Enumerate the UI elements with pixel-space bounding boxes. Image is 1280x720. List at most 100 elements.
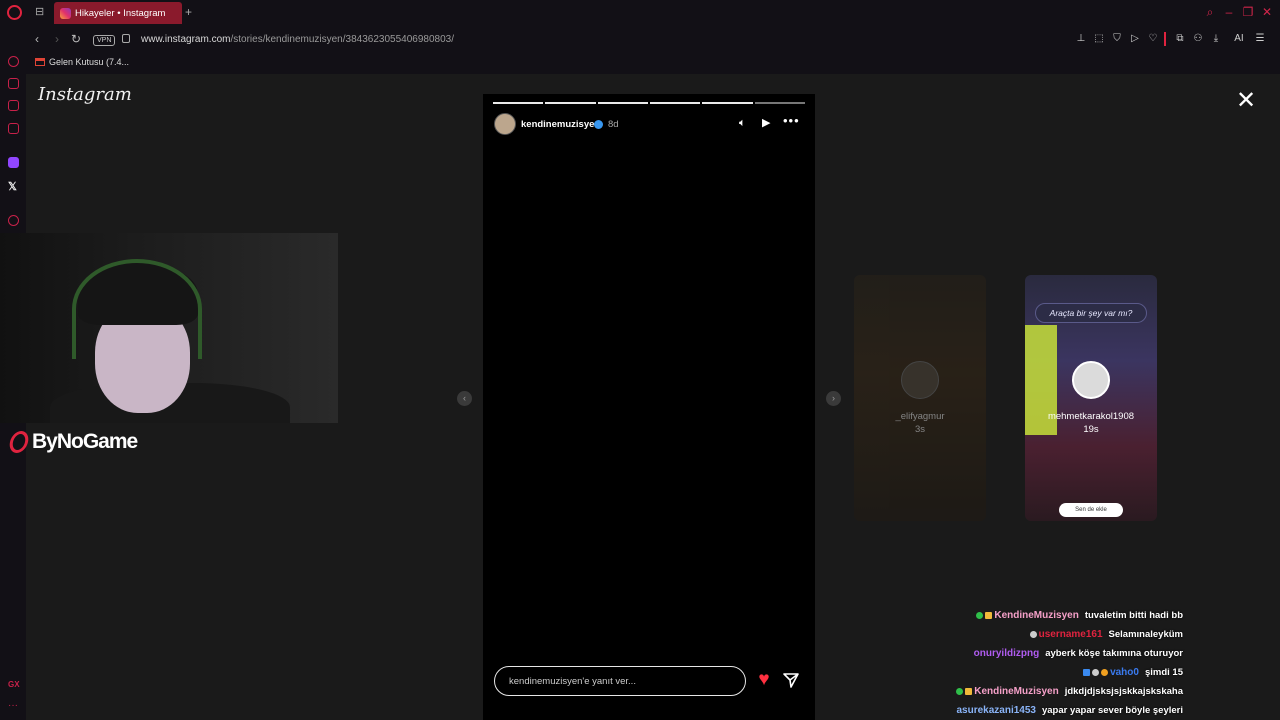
bookmark-gmail[interactable]: Gelen Kutusu (7.4... <box>49 57 129 67</box>
chat-text: şimdi 15 <box>1144 666 1183 678</box>
chat-message: vaho0 şimdi 15 <box>1083 665 1183 679</box>
like-heart-icon[interactable]: ♥ <box>754 670 774 690</box>
chat-badge-icon <box>976 611 984 619</box>
instagram-favicon-icon <box>60 7 71 19</box>
favorites-heart-icon[interactable]: ♡ <box>1147 33 1159 45</box>
verified-badge-icon <box>594 120 603 129</box>
gmail-icon <box>35 58 45 66</box>
progress-segment <box>702 102 753 104</box>
close-stories-button[interactable]: ✕ <box>1234 89 1258 114</box>
progress-segment <box>493 102 544 104</box>
story-card-username: _elifyagmur <box>895 411 945 422</box>
chat-badge-icon <box>985 611 993 619</box>
chat-text: Selamınaleyküm <box>1108 628 1183 640</box>
story-card-time: 3s <box>914 424 926 435</box>
chat-badge-icon <box>1101 668 1109 676</box>
volume-icon[interactable]: 🔈︎ <box>739 117 746 129</box>
story-avatar[interactable] <box>494 113 516 135</box>
webcam-overlay <box>0 233 338 423</box>
stream-chat: KendineMuzisyen tuvaletim bitti hadi bb … <box>880 606 1280 720</box>
history-icon[interactable] <box>8 56 19 67</box>
progress-segment <box>545 102 596 104</box>
url-field[interactable]: www.instagram.com/stories/kendinemuzisye… <box>141 34 454 45</box>
play-icon[interactable]: ▶ <box>762 117 770 129</box>
player-icon[interactable]: ▷ <box>1129 33 1141 45</box>
reload-icon[interactable]: ↻ <box>71 33 81 45</box>
mail-icon[interactable] <box>8 123 19 134</box>
send-icon[interactable] <box>781 670 801 690</box>
headset-icon <box>72 259 202 359</box>
download-icon[interactable]: ⤓ <box>1210 33 1222 45</box>
chat-username: vaho0 <box>1110 666 1139 678</box>
chat-message: asurekazani1453 yapar yapar sever böyle … <box>956 703 1183 717</box>
toolbar-divider <box>1164 32 1166 46</box>
shield-icon[interactable]: ⛉ <box>1111 33 1123 45</box>
lock-icon[interactable] <box>122 34 130 43</box>
chat-badge-icon <box>965 687 973 695</box>
more-options-icon[interactable]: ••• <box>783 114 800 127</box>
profile-icon[interactable]: ⚇ <box>1192 33 1204 45</box>
search-icon[interactable]: ⌕ <box>1203 5 1217 19</box>
chat-text: tuvaletim bitti hadi bb <box>1084 609 1183 621</box>
chat-text: ayberk köşe takımına oturuyor <box>1045 647 1183 659</box>
chat-username: username161 <box>1038 628 1103 640</box>
chat-badge-icon <box>1083 668 1091 676</box>
chat-badge-icon <box>956 687 964 695</box>
chat-text: jdkdjdjsksjsjskkajskskaha <box>1064 685 1183 697</box>
url-host: www.instagram.com <box>141 34 231 45</box>
maximize-icon[interactable]: ❐ <box>1241 5 1255 19</box>
snapshot-icon[interactable]: ⬚ <box>1093 33 1105 45</box>
extensions-icon[interactable]: ⧉ <box>1174 33 1186 45</box>
menu-icon[interactable]: ☰ <box>1254 33 1266 45</box>
story-username[interactable]: kendinemuzisyen <box>521 119 600 130</box>
story-player[interactable]: kendinemuzisyen 8d 🔈︎ ▶ ••• ♥ <box>483 94 815 720</box>
instagram-logo[interactable]: Instagram <box>38 84 132 105</box>
tab-bar: ⊟ Hikayeler • Instagram + ⌕ – ❐ ✕ <box>0 0 1280 26</box>
chat-message: onuryildizpng ayberk köşe takımına oturu… <box>974 646 1183 660</box>
chat-username: KendineMuzisyen <box>994 609 1079 621</box>
forward-icon[interactable]: › <box>55 33 59 45</box>
vpn-badge[interactable]: VPN <box>93 35 116 46</box>
story-card-username: mehmetkarakol1908 <box>1047 411 1135 422</box>
twitch-icon[interactable] <box>8 157 19 168</box>
gx-logo-icon[interactable]: GX <box>8 680 20 689</box>
progress-segment <box>597 102 648 104</box>
progress-segment <box>754 102 805 104</box>
ai-label: AI <box>1234 33 1244 44</box>
opera-logo-icon[interactable] <box>7 5 22 20</box>
aria-icon[interactable] <box>8 78 19 89</box>
more-options-icon[interactable]: ··· <box>8 700 18 711</box>
tab-switcher-icon[interactable]: ⊟ <box>35 6 47 18</box>
story-card-avatar <box>901 361 939 399</box>
chat-username: onuryildizpng <box>973 647 1040 659</box>
next-story-card[interactable]: Araçta bir şey var mı? mehmetkarakol1908… <box>1025 275 1157 521</box>
chat-message: username161 Selamınaleyküm <box>1029 627 1183 641</box>
progress-segment <box>649 102 701 104</box>
address-bar: ‹ › ↻ VPN www.instagram.com/stories/kend… <box>26 26 1280 52</box>
chat-badge-icon <box>1092 668 1100 676</box>
x-twitter-icon[interactable]: 𝕏 <box>8 180 17 193</box>
reply-input[interactable] <box>494 666 746 696</box>
next-story-card[interactable]: _elifyagmur 3s <box>854 275 986 521</box>
default-avatar-icon <box>1072 361 1110 399</box>
chat-username: KendineMuzisyen <box>974 685 1059 697</box>
url-path: /stories/kendinemuzisyen/384362305540698… <box>230 34 454 45</box>
previous-story-button[interactable]: ‹ <box>457 391 472 406</box>
chat-badge-icon <box>1029 630 1037 638</box>
chat-message: KendineMuzisyen jdkdjdjsksjsjskkajskskah… <box>956 684 1183 698</box>
tab-title: Hikayeler • Instagram <box>75 7 166 19</box>
ai-icon[interactable]: AI <box>1228 33 1250 45</box>
new-tab-plus-icon[interactable]: + <box>185 6 192 18</box>
next-story-button[interactable]: › <box>826 391 841 406</box>
tab-instagram-stories[interactable]: Hikayeler • Instagram <box>54 2 182 24</box>
minimize-icon[interactable]: – <box>1222 5 1236 19</box>
messenger-icon[interactable] <box>8 100 19 111</box>
story-timestamp: 8d <box>608 119 619 130</box>
back-icon[interactable]: ‹ <box>35 33 39 45</box>
chat-text: yapar yapar sever böyle şeyleri <box>1041 704 1183 716</box>
story-card-headline: Araçta bir şey var mı? <box>1035 303 1147 323</box>
close-window-icon[interactable]: ✕ <box>1260 5 1274 19</box>
story-progress-bar <box>493 102 805 104</box>
pin-icon[interactable]: ⊥ <box>1075 33 1087 45</box>
add-sidebar-icon[interactable] <box>8 215 19 226</box>
